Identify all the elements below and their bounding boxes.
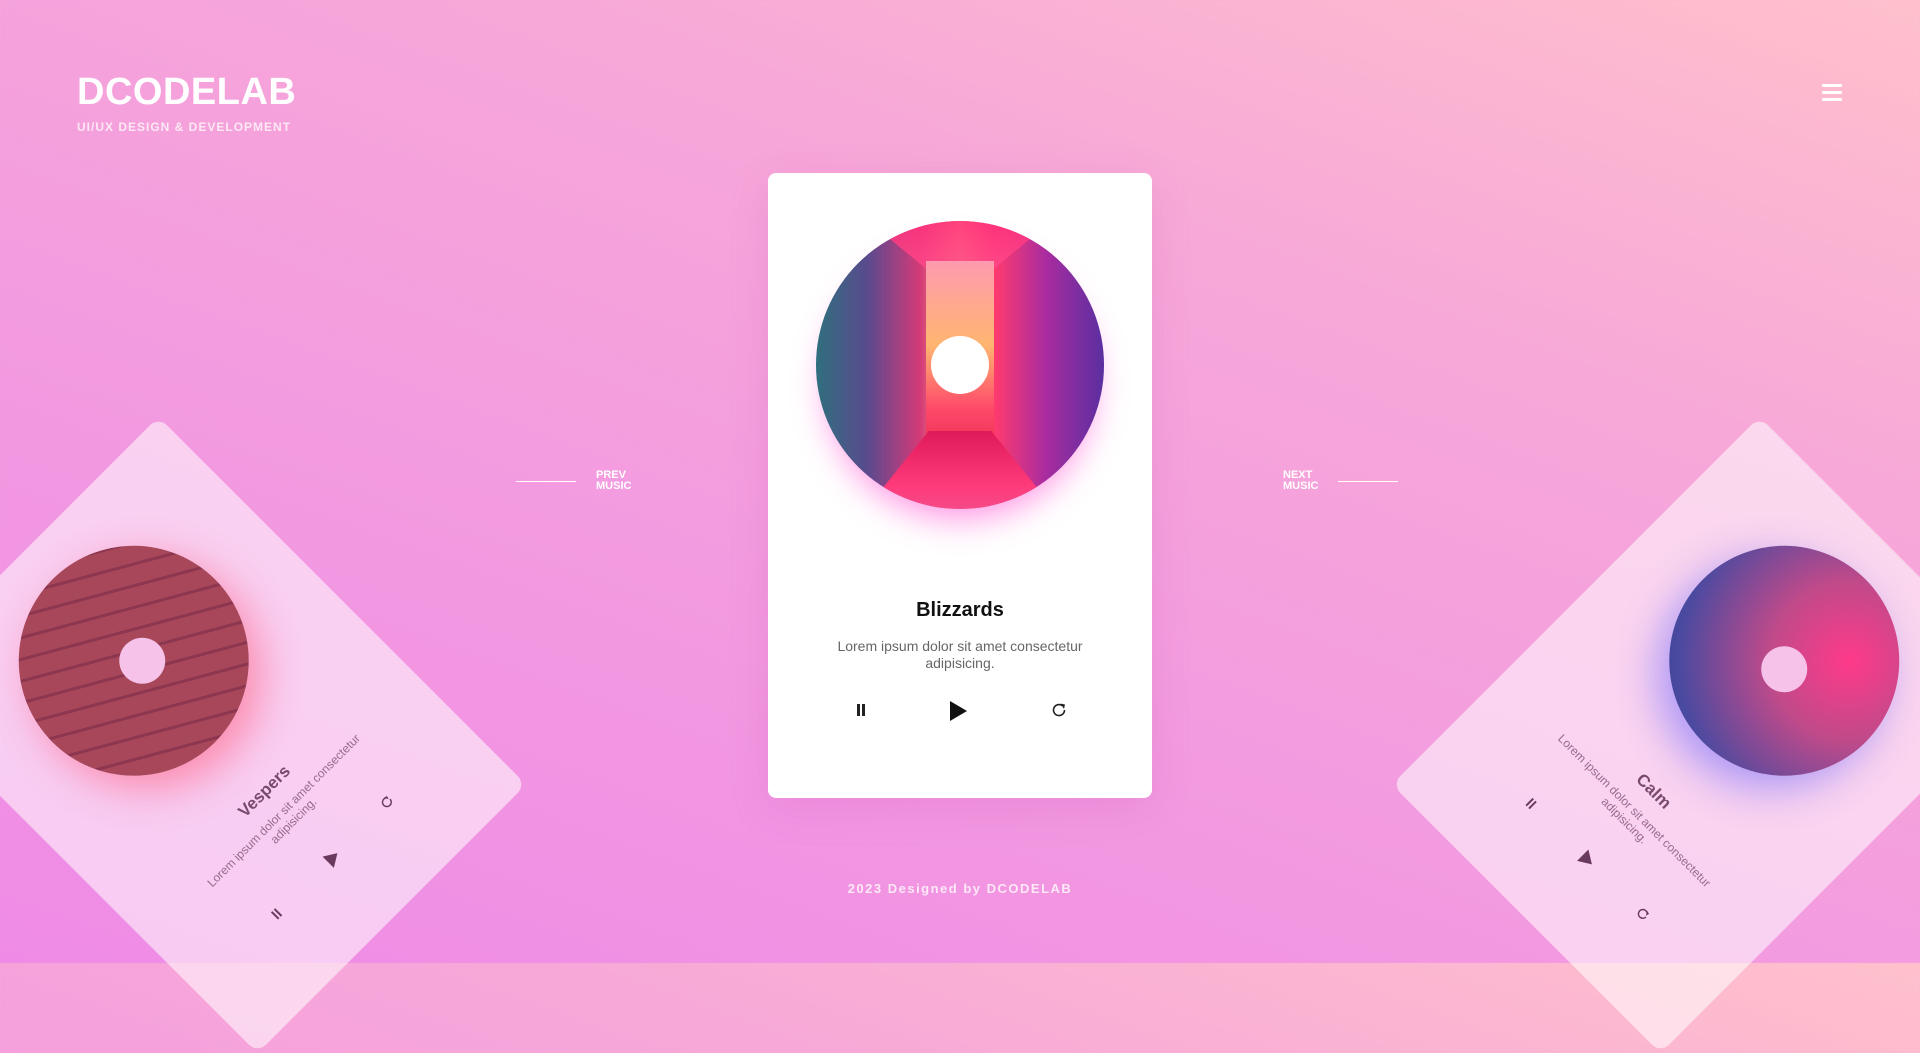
album-disc-blizzards (806, 221, 1114, 539)
pause-icon[interactable] (270, 908, 283, 921)
disc-hole (1751, 636, 1817, 702)
next-label-line2: MUSIC (1283, 480, 1319, 492)
disc-hole (931, 336, 989, 394)
music-card-vespers[interactable]: Vespers Lorem ipsum dolor sit amet conse… (0, 416, 527, 1053)
song-description: Lorem ipsum dolor sit amet consectetur a… (837, 638, 1083, 671)
play-icon[interactable] (948, 700, 968, 722)
refresh-icon[interactable] (1633, 904, 1653, 924)
play-icon[interactable] (1575, 847, 1599, 871)
refresh-icon[interactable] (377, 792, 397, 812)
album-disc-calm (1621, 498, 1920, 824)
music-card-blizzards: Blizzards Lorem ipsum dolor sit amet con… (768, 173, 1152, 798)
next-music-label: NEXT MUSIC (1283, 470, 1318, 492)
prev-music-link[interactable]: PREV MUSIC (516, 470, 631, 492)
album-disc-vespers (0, 498, 297, 824)
pause-icon[interactable] (1525, 797, 1538, 810)
footer-credit: 2023 Designed by DCODELAB (847, 881, 1073, 896)
brand-subtitle: UI/UX DESIGN & DEVELOPMENT (77, 120, 292, 134)
refresh-icon[interactable] (1051, 702, 1067, 718)
music-card-calm[interactable]: Calm Lorem ipsum dolor sit amet consecte… (1391, 416, 1920, 1053)
brand: DCODELAB UI/UX DESIGN & DEVELOPMENT (77, 70, 296, 134)
prev-line (516, 480, 576, 482)
next-line (1338, 480, 1399, 482)
play-icon[interactable] (320, 846, 344, 870)
brand-title: DCODELAB (77, 71, 297, 113)
pause-icon[interactable] (856, 704, 866, 716)
hamburger-menu-icon[interactable] (1822, 84, 1842, 102)
disc-hole (109, 628, 175, 694)
song-title: Blizzards (916, 599, 1004, 621)
prev-music-label: PREV MUSIC (596, 470, 631, 492)
album-art-floor (856, 431, 1064, 509)
prev-label-line2: MUSIC (596, 480, 632, 492)
next-music-link[interactable]: NEXT MUSIC (1283, 470, 1399, 492)
